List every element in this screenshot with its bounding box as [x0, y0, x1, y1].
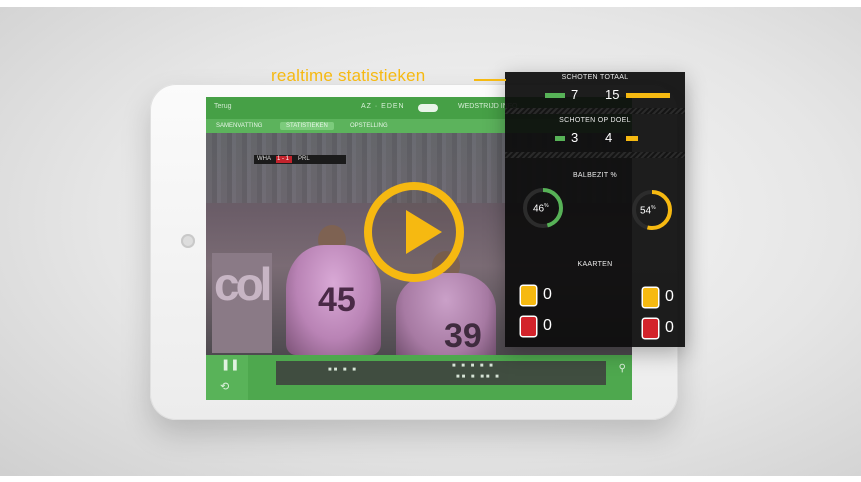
- section-divider: [505, 152, 685, 158]
- shots-on-goal-away-value: 4: [605, 130, 613, 145]
- shots-total-title: SCHOTEN TOTAAL: [561, 74, 629, 81]
- callout-label: realtime statistieken: [271, 66, 426, 85]
- frame-bottom: [0, 476, 861, 482]
- ad-board: col: [212, 253, 273, 353]
- player-number: 45: [318, 281, 356, 319]
- player-shirt: 39: [396, 273, 496, 363]
- play-button[interactable]: [364, 182, 464, 282]
- shots-on-goal-away-bar: [626, 136, 638, 141]
- timeline[interactable]: ■■ ■ ■ ■ ■ ■ ■ ■ ■■ ■ ■■ ■: [276, 361, 606, 385]
- timeline-markers: ■ ■ ■ ■ ■: [452, 363, 495, 369]
- scorebug-home: WHA: [257, 156, 271, 162]
- scorebug-score: 1 - 1: [277, 156, 290, 162]
- away-yellow-count: 0: [665, 288, 674, 305]
- home-red-card: [521, 317, 536, 336]
- home-yellow-count: 0: [543, 286, 552, 303]
- away-red-count: 0: [665, 319, 674, 336]
- scorebug: WHA 1 - 1 PRL: [254, 155, 346, 164]
- frame-top: [0, 0, 861, 7]
- scorebug-away: PRL: [298, 156, 310, 162]
- possession-away-label: 54%: [640, 205, 656, 216]
- possession-home-label: 46%: [533, 203, 549, 214]
- shots-total-home-value: 7: [571, 87, 579, 102]
- away-red-card: [643, 319, 658, 338]
- search-icon[interactable]: ⚲: [619, 363, 626, 374]
- tab-statistics[interactable]: STATISTIEKEN: [280, 122, 334, 130]
- tablet-home-button: [181, 234, 195, 248]
- match-title: AZ · EDEN: [361, 103, 405, 110]
- player-controls: ❚❚ ⟲ ■■ ■ ■ ■ ■ ■ ■ ■ ■■ ■ ■■ ■ ⚲: [206, 355, 632, 400]
- tab-lineup[interactable]: OPSTELLING: [344, 122, 394, 130]
- section-divider: [505, 108, 685, 114]
- away-yellow-card: [643, 288, 658, 307]
- possession-home-unit: %: [544, 203, 549, 209]
- replay-icon[interactable]: ⟲: [220, 380, 229, 393]
- callout-line: [474, 79, 506, 81]
- control-column: ❚❚ ⟲: [206, 355, 248, 400]
- shots-total-home-bar: [544, 93, 565, 98]
- possession-home-value: 46: [533, 203, 545, 215]
- home-red-count: 0: [543, 317, 552, 334]
- shots-total-away-bar: [626, 93, 670, 98]
- score-pill: [418, 104, 438, 112]
- possession-away-value: 54: [640, 205, 652, 217]
- ad-board-text: col: [214, 258, 273, 310]
- player-shirt: 45: [286, 245, 381, 355]
- tab-summary[interactable]: SAMENVATTING: [210, 122, 268, 130]
- timeline-markers: ■■ ■ ■■ ■: [456, 374, 501, 380]
- timeline-markers: ■■ ■ ■: [328, 367, 358, 373]
- back-link[interactable]: Terug: [214, 103, 232, 110]
- possession-away-unit: %: [651, 205, 656, 211]
- home-yellow-card: [521, 286, 536, 305]
- shots-on-goal-home-bar: [555, 136, 565, 141]
- player-number: 39: [444, 317, 482, 355]
- play-icon: [406, 210, 442, 254]
- shots-on-goal-title: SCHOTEN OP DOEL: [559, 117, 631, 124]
- pause-icon[interactable]: ❚❚: [221, 358, 239, 371]
- shots-on-goal-home-value: 3: [571, 130, 579, 145]
- stats-panel: SCHOTEN TOTAAL 7 15 SCHOTEN OP DOEL 3 4 …: [505, 72, 685, 347]
- shots-total-away-value: 15: [605, 87, 620, 102]
- cards-title: KAARTEN: [577, 261, 613, 268]
- possession-title: BALBEZIT %: [572, 172, 618, 179]
